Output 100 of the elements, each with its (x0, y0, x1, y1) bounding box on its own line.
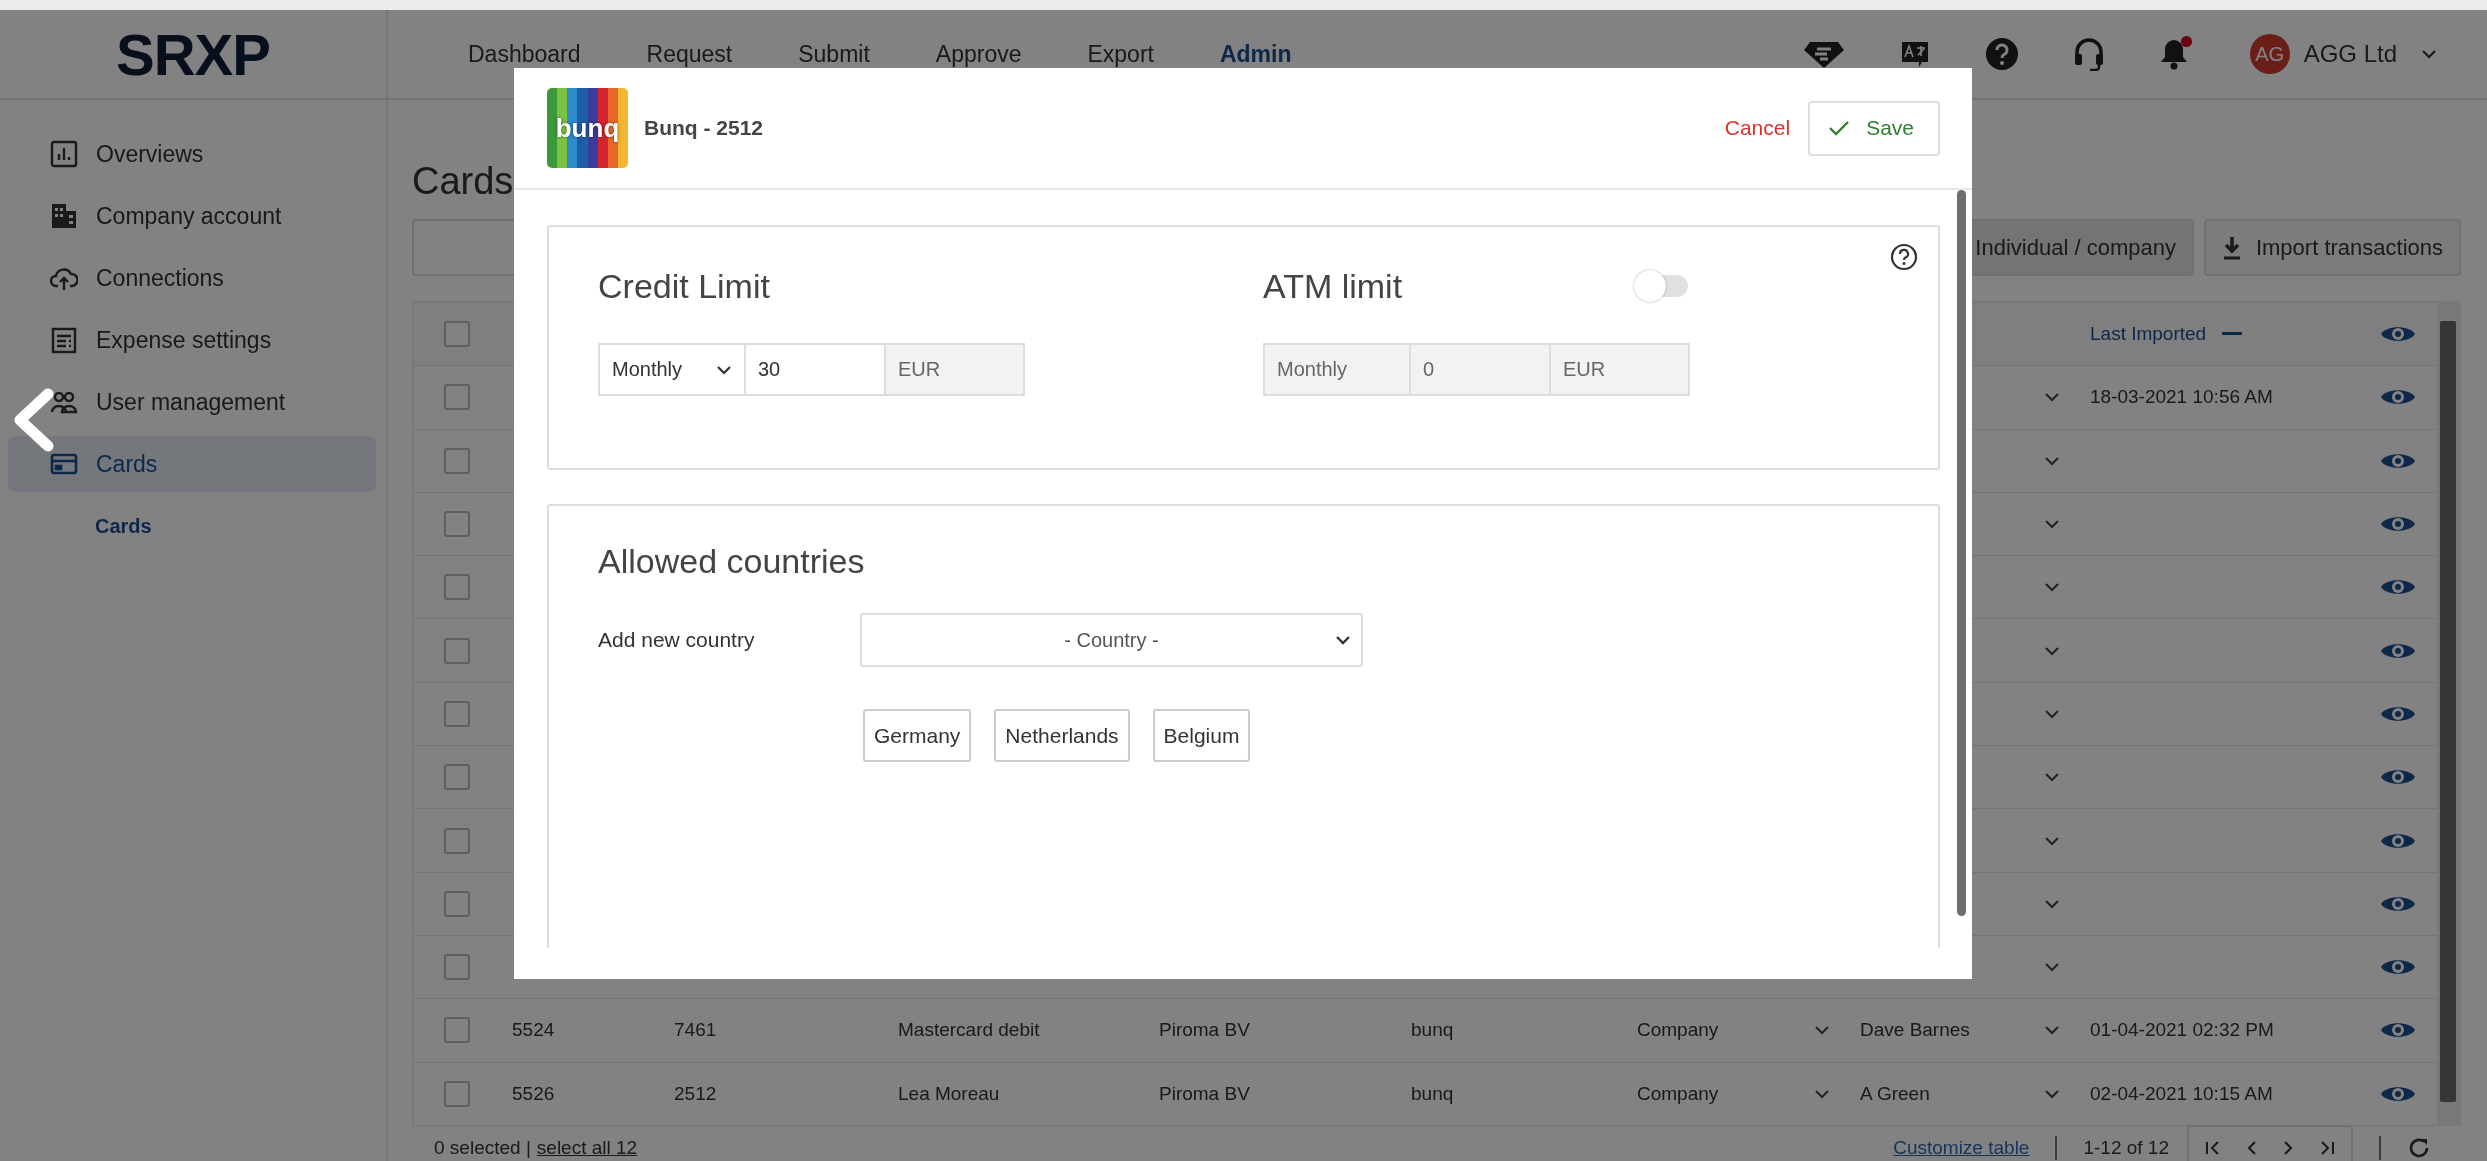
logo[interactable]: SRXP (116, 20, 270, 88)
row-checkbox[interactable] (444, 511, 470, 538)
download-icon (2221, 235, 2242, 260)
row-checkbox[interactable] (444, 1080, 470, 1107)
table-cell: 18-03-2021 10:56 AM (2090, 386, 2273, 408)
row-checkbox[interactable] (444, 384, 470, 411)
table-cell: 01-04-2021 02:32 PM (2090, 1019, 2274, 1041)
import-button[interactable]: Import transactions (2203, 219, 2461, 276)
select-all-checkbox[interactable] (444, 321, 470, 348)
sidebar-item[interactable]: Cards (8, 436, 376, 492)
nav-link[interactable]: Approve (935, 40, 1022, 68)
table-cell: Mastercard debit (898, 1019, 1040, 1041)
field-label: Add new country (598, 628, 756, 652)
row-checkbox[interactable] (444, 447, 470, 474)
check-icon (1828, 120, 1851, 136)
chevron-down-icon[interactable] (1814, 1025, 1830, 1036)
sidebar-item[interactable]: Connections (8, 250, 376, 306)
period-select[interactable]: Monthly (600, 345, 746, 394)
amount-field[interactable]: 0 (1411, 345, 1551, 394)
table-cell: 02-04-2021 10:15 AM (2090, 1082, 2273, 1104)
table-cell: 7461 (674, 1019, 717, 1041)
first-page-icon[interactable] (2205, 1140, 2221, 1157)
row-checkbox[interactable] (444, 890, 470, 917)
chevron-down-icon[interactable] (2044, 1088, 2060, 1099)
chevron-down-icon[interactable] (2044, 708, 2060, 719)
table-cell: A Green (1860, 1082, 1930, 1105)
scrollbar[interactable] (2437, 303, 2459, 1126)
chevron-down-icon[interactable] (2044, 772, 2060, 783)
sidebar-item[interactable]: User management (8, 374, 376, 430)
account-name[interactable]: AGG Ltd (2303, 40, 2397, 68)
chevron-down-icon[interactable] (2044, 1025, 2060, 1036)
row-checkbox[interactable] (444, 700, 470, 727)
document-icon (50, 326, 78, 354)
chevron-down-icon[interactable] (2044, 455, 2060, 466)
table-cell: Dave Barnes (1860, 1019, 1970, 1042)
building-icon (50, 202, 78, 230)
table-cell: Company (1637, 1082, 1719, 1105)
table-cell: 5526 (512, 1082, 555, 1104)
next-page-icon[interactable] (2283, 1140, 2293, 1157)
country-tag[interactable]: Netherlands (994, 709, 1130, 762)
table-cell: bunq (1411, 1082, 1454, 1104)
section-heading: ATM limit (1263, 266, 1403, 306)
sidebar-item[interactable]: Expense settings (8, 312, 376, 368)
chevron-down-icon[interactable] (1814, 1088, 1830, 1099)
chevron-down-icon (716, 364, 732, 375)
chevron-down-icon[interactable] (2044, 582, 2060, 593)
chevron-down-icon[interactable] (2044, 519, 2060, 530)
previous-page-icon[interactable] (2247, 1140, 2257, 1157)
sidebar-item[interactable]: Company account (8, 188, 376, 244)
row-checkbox[interactable] (444, 637, 470, 664)
save-button[interactable]: Save (1808, 100, 1940, 156)
nav-link[interactable]: Request (646, 40, 733, 68)
sidebar-subitem[interactable]: Cards (8, 498, 152, 554)
page-title: Cards (412, 159, 514, 204)
nav-link[interactable]: Submit (798, 40, 870, 68)
sidebar-item[interactable]: Overviews (8, 126, 376, 182)
cancel-link[interactable]: Cancel (1724, 116, 1791, 140)
chevron-left-icon[interactable] (12, 388, 56, 452)
chevron-down-icon (1335, 635, 1351, 645)
headset-icon[interactable] (2073, 37, 2104, 71)
chevron-down-icon[interactable] (2044, 645, 2060, 656)
nav-link[interactable]: Admin (1219, 40, 1292, 68)
select-all-link[interactable]: select all 12 (536, 1137, 638, 1160)
chevron-down-icon[interactable] (2044, 392, 2060, 403)
table-cell: 2512 (674, 1082, 717, 1104)
bell-icon[interactable] (2159, 38, 2188, 70)
row-checkbox[interactable] (444, 1017, 470, 1044)
row-checkbox[interactable] (444, 574, 470, 601)
scrollbar[interactable] (1957, 190, 1966, 916)
row-checkbox[interactable] (444, 827, 470, 854)
sort-icon[interactable] (2222, 332, 2243, 337)
chevron-down-icon[interactable] (2044, 898, 2060, 909)
help-icon[interactable] (1890, 243, 1918, 271)
chevron-down-icon[interactable] (2421, 49, 2437, 59)
customize-table-link[interactable]: Customize table (1893, 1137, 2030, 1160)
nav-link[interactable]: Dashboard (468, 40, 581, 68)
avatar[interactable]: AG (2249, 34, 2290, 74)
currency-label: EUR (886, 345, 1023, 394)
country-select[interactable]: - Country - (860, 613, 1363, 667)
selection-count: 0 selected | (434, 1137, 531, 1160)
period-select[interactable]: Monthly (1265, 345, 1411, 394)
table-cell: Piroma BV (1159, 1082, 1250, 1104)
chevron-down-icon[interactable] (2044, 835, 2060, 846)
row-checkbox[interactable] (444, 954, 470, 981)
chevron-down-icon[interactable] (2044, 962, 2060, 973)
table-cell: 5524 (512, 1019, 555, 1041)
nav-link[interactable]: Export (1087, 40, 1154, 68)
page-range: 1-12 of 12 (2083, 1137, 2169, 1160)
shield-icon[interactable] (1803, 40, 1844, 68)
country-tag[interactable]: Belgium (1152, 709, 1251, 762)
country-tag[interactable]: Germany (863, 709, 972, 762)
table-cell: bunq (1411, 1019, 1454, 1041)
table-cell: Lea Moreau (898, 1082, 1000, 1104)
section-heading: Allowed countries (598, 542, 865, 581)
row-checkbox[interactable] (444, 764, 470, 791)
section-heading: Credit Limit (598, 266, 770, 306)
last-page-icon[interactable] (2319, 1140, 2335, 1157)
bar-chart-icon (50, 140, 78, 168)
column-header[interactable]: Last Imported (2090, 323, 2207, 346)
translate-icon[interactable] (1899, 39, 1930, 69)
